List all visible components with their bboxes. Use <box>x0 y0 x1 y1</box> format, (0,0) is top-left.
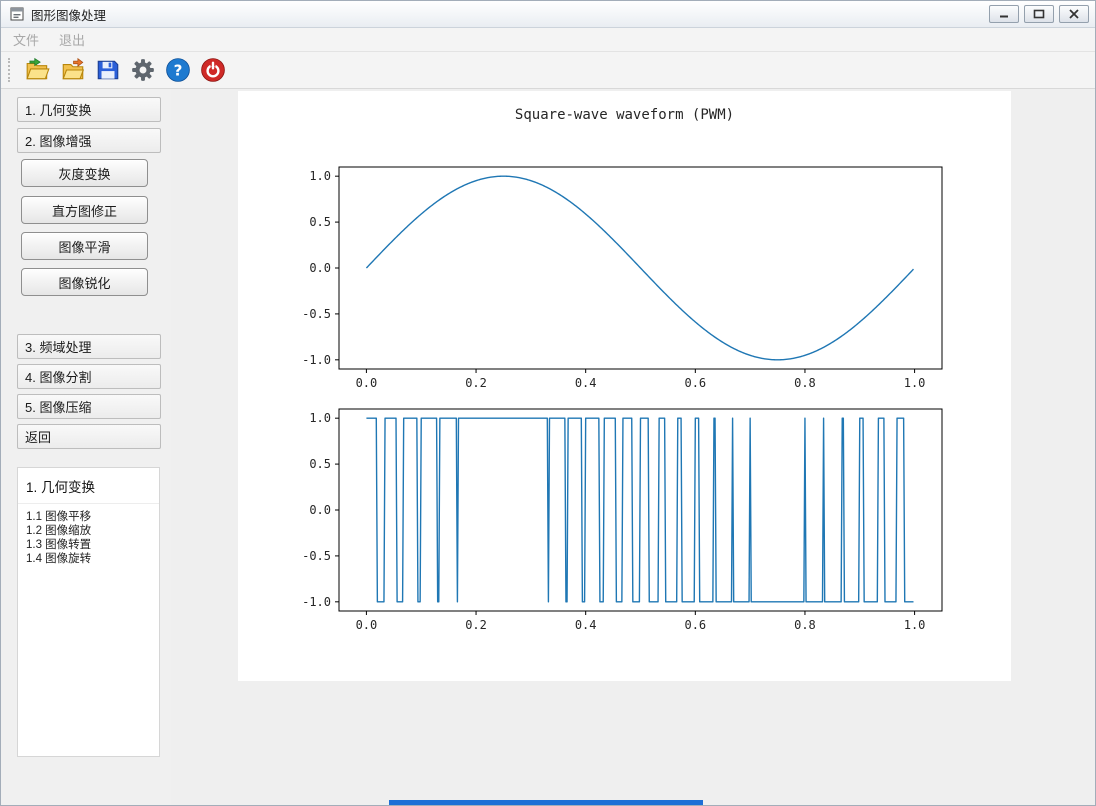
svg-text:0.0: 0.0 <box>356 376 378 390</box>
list-item-image-translate[interactable]: 1.1 图像平移 <box>26 510 151 524</box>
maximize-icon <box>1033 9 1045 19</box>
app-window: 图形图像处理 文件 退出 ? 1. 几何变换 2. 图像增强 灰度变换 直方图修… <box>0 0 1096 806</box>
close-button[interactable] <box>1059 5 1089 23</box>
power-exit-icon <box>200 58 225 82</box>
sidebar-button-image-enhancement[interactable]: 2. 图像增强 <box>17 128 161 153</box>
svg-text:0.2: 0.2 <box>465 376 487 390</box>
exit-button[interactable] <box>198 56 227 85</box>
svg-text:1.0: 1.0 <box>904 618 926 632</box>
close-icon <box>1069 9 1079 19</box>
svg-text:-1.0: -1.0 <box>302 595 331 609</box>
sidebar-button-image-smoothing[interactable]: 图像平滑 <box>21 232 148 260</box>
matplotlib-figure: Square-wave waveform (PWM) 0.0 0.2 0.4 0.6 0… <box>238 91 1011 681</box>
settings-gear-icon <box>131 59 154 81</box>
sidebar-button-geometric-transform[interactable]: 1. 几何变换 <box>17 97 161 122</box>
figure-title: Square-wave waveform (PWM) <box>514 107 735 123</box>
svg-text:1.0: 1.0 <box>309 169 331 183</box>
sidebar-button-return[interactable]: 返回 <box>17 424 161 449</box>
svg-text:-0.5: -0.5 <box>302 549 331 563</box>
open-button[interactable] <box>23 56 52 85</box>
svg-text:0.8: 0.8 <box>794 376 816 390</box>
import-folder-icon <box>61 57 84 80</box>
svg-text:-0.5: -0.5 <box>302 307 331 321</box>
svg-text:0.0: 0.0 <box>309 503 331 517</box>
sidebar-button-image-segmentation[interactable]: 4. 图像分割 <box>17 364 161 389</box>
window-title: 图形图像处理 <box>31 8 107 23</box>
svg-text:0.6: 0.6 <box>684 376 706 390</box>
list-item-image-scale[interactable]: 1.2 图像缩放 <box>26 524 151 538</box>
maximize-button[interactable] <box>1024 5 1054 23</box>
sine-waveform-plot: 0.0 0.2 0.4 0.6 0.8 1.0 -1.0 -0.5 0.0 0.5 1.0 <box>302 166 943 390</box>
app-icon <box>10 7 24 21</box>
sidebar-button-histogram-correction[interactable]: 直方图修正 <box>21 196 148 224</box>
operation-list: 1.1 图像平移 1.2 图像缩放 1.3 图像转置 1.4 图像旋转 <box>18 504 159 572</box>
list-item-image-transpose[interactable]: 1.3 图像转置 <box>26 538 151 552</box>
svg-text:0.2: 0.2 <box>465 618 487 632</box>
svg-text:0.4: 0.4 <box>575 376 597 390</box>
svg-text:0.0: 0.0 <box>309 261 331 275</box>
svg-text:0.5: 0.5 <box>309 457 331 471</box>
settings-button[interactable] <box>128 56 157 85</box>
toolbar-gripper <box>8 58 13 82</box>
sidebar: 1. 几何变换 2. 图像增强 灰度变换 直方图修正 图像平滑 图像锐化 3. … <box>1 89 171 805</box>
pwm-waveform-plot: 0.0 0.2 0.4 0.6 0.8 1.0 -1.0 -0.5 0.0 0.5 1.0 <box>302 408 943 632</box>
svg-text:0.8: 0.8 <box>794 618 816 632</box>
help-button[interactable]: ? <box>163 56 192 85</box>
open-folder-icon <box>25 57 50 80</box>
sidebar-button-grayscale-transform[interactable]: 灰度变换 <box>21 159 148 187</box>
minimize-button[interactable] <box>989 5 1019 23</box>
svg-text:0.6: 0.6 <box>684 618 706 632</box>
sidebar-button-image-compression[interactable]: 5. 图像压缩 <box>17 394 161 419</box>
toolbar: ? <box>1 52 1095 89</box>
menu-item-file[interactable]: 文件 <box>13 30 39 49</box>
window-controls <box>989 5 1089 23</box>
titlebar: 图形图像处理 <box>1 1 1095 28</box>
import-button[interactable] <box>58 56 87 85</box>
main-canvas-area: Square-wave waveform (PWM) 0.0 0.2 0.4 0.6 0… <box>171 89 1095 805</box>
menu-item-exit[interactable]: 退出 <box>59 30 85 49</box>
list-item-image-rotate[interactable]: 1.4 图像旋转 <box>26 552 151 566</box>
svg-text:0.0: 0.0 <box>356 618 378 632</box>
sidebar-button-frequency-domain[interactable]: 3. 频域处理 <box>17 334 161 359</box>
operation-list-panel: 1. 几何变换 1.1 图像平移 1.2 图像缩放 1.3 图像转置 1.4 图… <box>17 467 160 757</box>
svg-text:-1.0: -1.0 <box>302 353 331 367</box>
minimize-icon <box>1000 15 1008 18</box>
save-button[interactable] <box>93 56 122 85</box>
svg-text:0.5: 0.5 <box>309 215 331 229</box>
menubar: 文件 退出 <box>1 28 1095 52</box>
operation-list-header: 1. 几何变换 <box>18 468 159 504</box>
taskbar-fragment <box>389 800 703 805</box>
svg-text:1.0: 1.0 <box>904 376 926 390</box>
sidebar-button-image-sharpening[interactable]: 图像锐化 <box>21 268 148 296</box>
svg-text:?: ? <box>173 61 182 79</box>
save-icon <box>97 60 118 80</box>
svg-text:1.0: 1.0 <box>309 411 331 425</box>
svg-text:0.4: 0.4 <box>575 618 597 632</box>
help-icon: ? <box>165 58 190 82</box>
